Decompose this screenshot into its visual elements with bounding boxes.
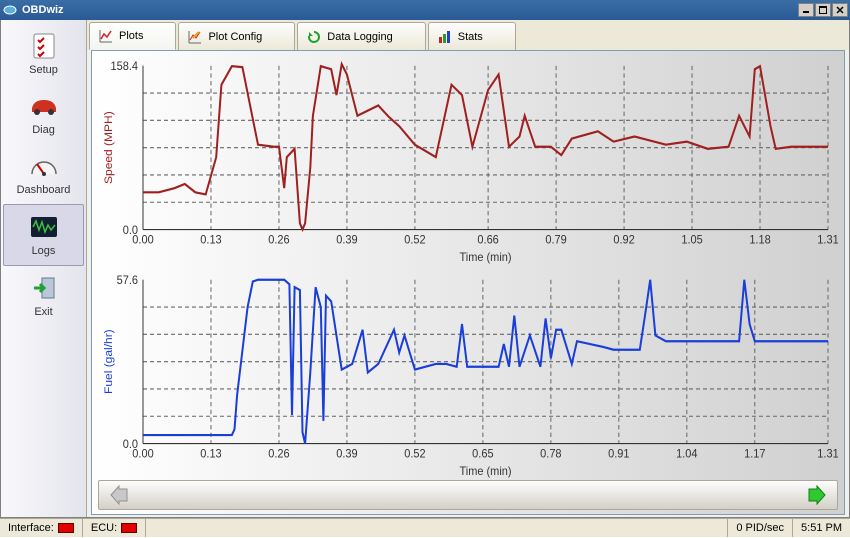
title-bar: OBDwiz: [0, 0, 850, 20]
tab-stats[interactable]: Stats: [428, 22, 516, 50]
svg-text:1.31: 1.31: [817, 448, 838, 461]
plot-fuel: 0.000.130.260.390.520.650.780.911.041.17…: [98, 271, 838, 479]
svg-text:1.05: 1.05: [681, 234, 702, 247]
svg-text:0.39: 0.39: [336, 234, 357, 247]
svg-text:0.0: 0.0: [123, 225, 138, 238]
status-interface-label: Interface:: [8, 522, 54, 534]
svg-text:0.92: 0.92: [613, 234, 634, 247]
status-pid-rate: 0 PID/sec: [727, 519, 792, 537]
svg-text:0.0: 0.0: [123, 438, 138, 451]
svg-text:0.91: 0.91: [608, 448, 629, 461]
svg-text:0.13: 0.13: [200, 234, 221, 247]
tab-bar: Plots Plot Config Data Logging Stats: [87, 20, 849, 50]
status-ecu: ECU:: [83, 519, 146, 537]
svg-text:Fuel (gal/hr): Fuel (gal/hr): [103, 329, 114, 394]
check-list-icon: [28, 30, 60, 62]
svg-text:0.79: 0.79: [545, 234, 566, 247]
svg-text:0.13: 0.13: [200, 448, 221, 461]
plot-speed: 0.000.130.260.390.520.660.790.921.051.18…: [98, 57, 838, 265]
svg-text:Speed (MPH): Speed (MPH): [103, 111, 114, 184]
svg-text:1.31: 1.31: [817, 234, 838, 247]
sidebar-item-setup[interactable]: Setup: [1, 24, 86, 84]
status-bar: Interface: ECU: 0 PID/sec 5:51 PM: [0, 518, 850, 537]
close-button[interactable]: [832, 3, 848, 17]
sidebar-item-dashboard[interactable]: Dashboard: [1, 144, 86, 204]
car-icon: [28, 90, 60, 122]
plot-content: 0.000.130.260.390.520.660.790.921.051.18…: [91, 50, 845, 515]
svg-text:1.18: 1.18: [749, 234, 770, 247]
tab-label: Data Logging: [327, 31, 392, 43]
sidebar-item-diag[interactable]: Diag: [1, 84, 86, 144]
status-clock: 5:51 PM: [792, 519, 850, 537]
svg-text:1.04: 1.04: [676, 448, 698, 461]
svg-text:0.39: 0.39: [336, 448, 357, 461]
tab-plot-config[interactable]: Plot Config: [178, 22, 295, 50]
window-controls: [798, 3, 848, 17]
svg-text:0.26: 0.26: [268, 234, 289, 247]
status-interface: Interface:: [0, 519, 83, 537]
stats-icon: [437, 29, 453, 45]
plot-nav-bar: [98, 480, 838, 510]
arrow-left-icon: [107, 485, 135, 505]
svg-text:0.52: 0.52: [404, 234, 425, 247]
tab-label: Plots: [119, 30, 143, 42]
sidebar-item-label: Exit: [34, 306, 52, 318]
ecu-led-icon: [121, 523, 137, 533]
svg-text:57.6: 57.6: [117, 274, 138, 287]
tab-label: Stats: [458, 31, 483, 43]
sidebar: Setup Diag Dashboard Logs Exit: [1, 20, 87, 517]
svg-text:0.78: 0.78: [540, 448, 561, 461]
svg-text:Time (min): Time (min): [459, 252, 511, 265]
waveform-icon: [28, 211, 60, 243]
sidebar-item-label: Logs: [32, 245, 56, 257]
svg-text:0.52: 0.52: [404, 448, 425, 461]
chart-icon: [98, 28, 114, 44]
exit-door-icon: [28, 272, 60, 304]
svg-text:0.66: 0.66: [477, 234, 498, 247]
arrow-right-icon: [801, 485, 829, 505]
svg-text:0.65: 0.65: [472, 448, 493, 461]
svg-text:Time (min): Time (min): [459, 465, 511, 478]
gauge-icon: [28, 150, 60, 182]
next-page-button[interactable]: [793, 482, 837, 508]
tab-plots[interactable]: Plots: [89, 22, 176, 50]
sidebar-item-logs[interactable]: Logs: [3, 204, 84, 266]
chart-config-icon: [187, 29, 203, 45]
sidebar-item-label: Diag: [32, 124, 55, 136]
tab-data-logging[interactable]: Data Logging: [297, 22, 425, 50]
maximize-button[interactable]: [815, 3, 831, 17]
window-title: OBDwiz: [22, 4, 64, 16]
sidebar-item-exit[interactable]: Exit: [1, 266, 86, 326]
status-ecu-label: ECU:: [91, 522, 117, 534]
sidebar-item-label: Setup: [29, 64, 58, 76]
refresh-icon: [306, 29, 322, 45]
tab-label: Plot Config: [208, 31, 262, 43]
interface-led-icon: [58, 523, 74, 533]
svg-text:0.26: 0.26: [268, 448, 289, 461]
app-icon: [2, 2, 18, 18]
minimize-button[interactable]: [798, 3, 814, 17]
svg-text:1.17: 1.17: [744, 448, 765, 461]
svg-text:158.4: 158.4: [111, 61, 139, 74]
sidebar-item-label: Dashboard: [17, 184, 71, 196]
prev-page-button[interactable]: [99, 482, 143, 508]
